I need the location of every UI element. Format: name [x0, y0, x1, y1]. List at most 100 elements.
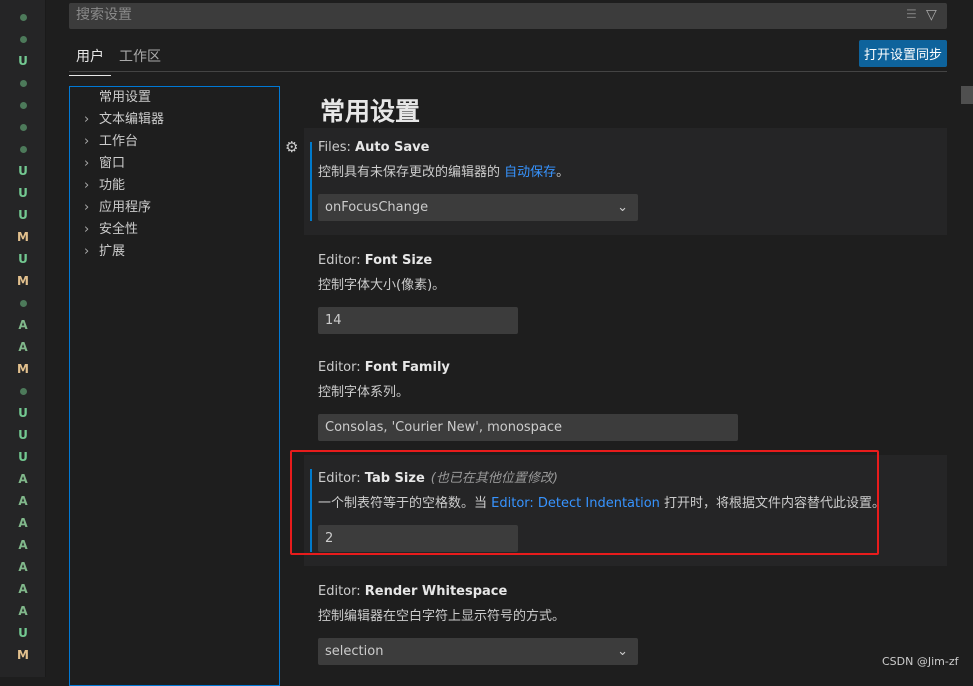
- toc-item[interactable]: › 功能: [70, 175, 279, 197]
- chevron-right-icon: ›: [84, 178, 90, 193]
- scm-status-A: A: [18, 318, 28, 332]
- status-dot-icon: [19, 102, 27, 109]
- setting-value: selection: [325, 644, 384, 659]
- scm-status-A: A: [18, 494, 28, 508]
- toc-item[interactable]: 常用设置: [70, 87, 279, 109]
- toc-item-label: 功能: [99, 178, 126, 193]
- description-text: 控制编辑器在空白字符上显示符号的方式。: [318, 609, 566, 624]
- status-dot-icon: [19, 388, 27, 395]
- chevron-right-icon: ›: [84, 244, 90, 259]
- search-settings[interactable]: ☰ ▽: [69, 3, 947, 29]
- setting-title: Editor: Render Whitespace: [318, 584, 933, 599]
- description-text: 。: [556, 165, 570, 180]
- scm-status-M: M: [17, 362, 29, 376]
- scm-status-A: A: [18, 516, 28, 530]
- setting-item: Editor: Font Size 控制字体大小(像素)。 14: [304, 241, 947, 348]
- scm-status-U: U: [18, 208, 28, 222]
- highlight-box: [290, 450, 879, 555]
- chevron-right-icon: ›: [84, 222, 90, 237]
- setting-item: Files: Auto Save 控制具有未保存更改的编辑器的 自动保存。 onFo…: [304, 128, 947, 235]
- scm-status-U: U: [18, 164, 28, 178]
- scm-status-dot: [0, 76, 46, 90]
- toc-item[interactable]: › 文本编辑器: [70, 109, 279, 131]
- setting-name: Font Family: [364, 360, 450, 375]
- status-dot-icon: [19, 124, 27, 131]
- chevron-right-icon: ›: [84, 112, 90, 127]
- chevron-right-icon: ›: [84, 156, 90, 171]
- tab-workspace[interactable]: 工作区: [119, 46, 161, 66]
- scm-status-U: U: [18, 54, 28, 68]
- toc-item[interactable]: › 扩展: [70, 241, 279, 263]
- scm-status-U: U: [18, 450, 28, 464]
- toc-item-label: 文本编辑器: [99, 112, 165, 127]
- scm-status-dot: [0, 10, 46, 24]
- scm-status-U: U: [18, 406, 28, 420]
- toc-item-label: 工作台: [99, 134, 139, 149]
- toc-item-label: 窗口: [99, 156, 126, 171]
- scm-status-U: U: [18, 626, 28, 640]
- settings-list: 常用设置 Files: Auto Save 控制具有未保存更改的编辑器的 自动保存…: [304, 86, 947, 679]
- scm-status-dot: [0, 142, 46, 156]
- scm-status-M: M: [17, 230, 29, 244]
- setting-description: 控制字体系列。: [318, 381, 933, 400]
- setting-item: Editor: Render Whitespace 控制编辑器在空白字符上显示符号…: [304, 572, 947, 679]
- description-text: 控制具有未保存更改的编辑器的: [318, 165, 505, 180]
- toc-item[interactable]: › 安全性: [70, 219, 279, 241]
- setting-item: Editor: Font Family 控制字体系列。 Consolas, 'Cou…: [304, 348, 947, 455]
- tab-user[interactable]: 用户: [69, 46, 111, 76]
- setting-category: Files:: [318, 140, 356, 155]
- scm-status-A: A: [18, 472, 28, 486]
- status-dot-icon: [19, 36, 27, 43]
- scm-status-A: A: [18, 582, 28, 596]
- setting-value: 14: [325, 313, 342, 328]
- modified-indicator: [310, 142, 312, 221]
- toc-item-label: 常用设置: [99, 90, 152, 105]
- toc-item-label: 扩展: [99, 244, 126, 259]
- gear-icon[interactable]: ⚙: [285, 138, 298, 156]
- toc-item[interactable]: › 窗口: [70, 153, 279, 175]
- scm-status-gutter: UUUUMUMAAMUUUAAAAAAAUM: [0, 0, 46, 677]
- status-dot-icon: [19, 300, 27, 307]
- setting-description: 控制编辑器在空白字符上显示符号的方式。: [318, 605, 933, 624]
- chevron-right-icon: ›: [84, 134, 90, 149]
- status-dot-icon: [19, 80, 27, 87]
- setting-value: onFocusChange: [325, 200, 429, 215]
- setting-category: Editor:: [318, 584, 365, 599]
- setting-description: 控制字体大小(像素)。: [318, 274, 933, 293]
- setting-category: Editor:: [318, 253, 365, 268]
- toc-item[interactable]: › 工作台: [70, 131, 279, 153]
- settings-toc: 常用设置 › 文本编辑器 › 工作台 › 窗口 › 功能 › 应用程序 › 安全性 › 扩展: [69, 86, 280, 686]
- scm-status-A: A: [18, 604, 28, 618]
- description-text: 控制字体大小(像素)。: [318, 278, 446, 293]
- scm-status-A: A: [18, 538, 28, 552]
- setting-link[interactable]: 自动保存: [504, 165, 556, 180]
- chevron-down-icon: ⌄: [617, 644, 628, 659]
- scm-status-M: M: [17, 648, 29, 662]
- settings-sync-button[interactable]: 打开设置同步: [859, 40, 947, 67]
- settings-scope-tabs: 用户 工作区: [69, 38, 947, 76]
- scm-status-M: M: [17, 274, 29, 288]
- toc-item-label: 应用程序: [99, 200, 152, 215]
- setting-description: 控制具有未保存更改的编辑器的 自动保存。: [318, 161, 933, 180]
- scm-status-U: U: [18, 428, 28, 442]
- toc-item[interactable]: › 应用程序: [70, 197, 279, 219]
- setting-select[interactable]: selection ⌄: [318, 638, 638, 665]
- scrollbar[interactable]: [961, 86, 973, 104]
- setting-name: Auto Save: [355, 140, 430, 155]
- scm-status-dot: [0, 32, 46, 46]
- setting-name: Render Whitespace: [364, 584, 508, 599]
- clear-filter-icon[interactable]: ☰: [906, 7, 917, 21]
- chevron-down-icon: ⌄: [617, 200, 628, 215]
- filter-icon[interactable]: ▽: [926, 7, 937, 23]
- setting-name: Font Size: [364, 253, 433, 268]
- toc-item-label: 安全性: [99, 222, 139, 237]
- status-dot-icon: [19, 146, 27, 153]
- setting-input[interactable]: Consolas, 'Courier New', monospace: [318, 414, 738, 441]
- setting-input[interactable]: 14: [318, 307, 518, 334]
- scm-status-dot: [0, 296, 46, 310]
- setting-value: Consolas, 'Courier New', monospace: [325, 420, 563, 435]
- chevron-right-icon: ›: [84, 200, 90, 215]
- search-input[interactable]: [69, 3, 869, 27]
- scm-status-U: U: [18, 186, 28, 200]
- setting-select[interactable]: onFocusChange ⌄: [318, 194, 638, 221]
